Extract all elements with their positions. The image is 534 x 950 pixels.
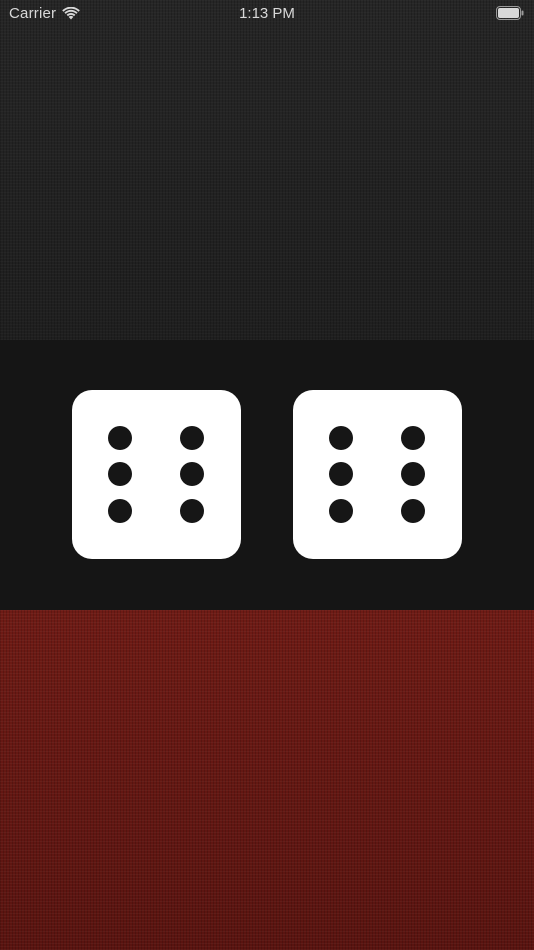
battery-icon	[496, 6, 524, 20]
die-pip	[108, 499, 132, 523]
die-pip	[401, 426, 425, 450]
die-pip	[401, 462, 425, 486]
die-pip	[329, 499, 353, 523]
bottom-felt-panel[interactable]	[0, 610, 534, 950]
status-time: 1:13 PM	[239, 5, 295, 22]
die-pip	[180, 499, 204, 523]
right-die[interactable]	[293, 390, 462, 559]
die-pip	[401, 499, 425, 523]
die-pip	[329, 426, 353, 450]
dice-screen: Carrier 1:13 PM	[0, 0, 534, 950]
left-die[interactable]	[72, 390, 241, 559]
die-pip	[108, 462, 132, 486]
die-pip	[180, 426, 204, 450]
die-pip	[329, 462, 353, 486]
top-felt-panel[interactable]	[0, 0, 534, 340]
status-bar: Carrier 1:13 PM	[0, 0, 534, 28]
die-pip	[108, 426, 132, 450]
die-pip	[180, 462, 204, 486]
